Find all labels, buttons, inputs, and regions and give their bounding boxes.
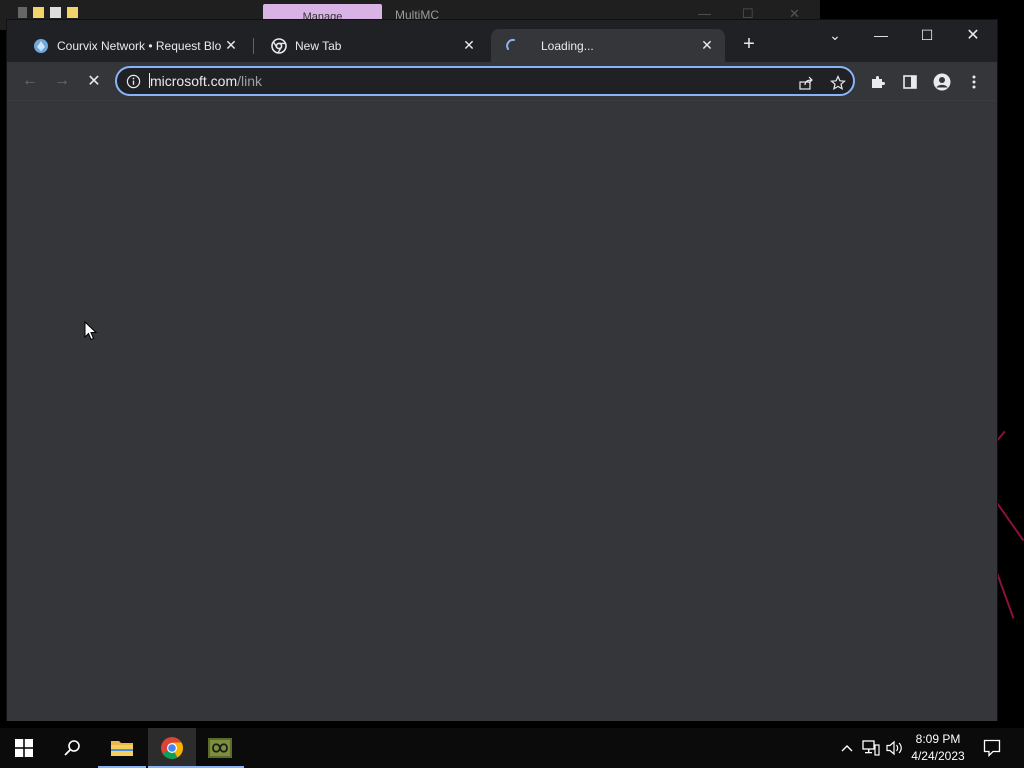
chrome-taskbar-button[interactable] <box>148 728 196 768</box>
maximize-button[interactable]: ☐ <box>912 24 942 46</box>
bookmark-star-icon[interactable] <box>827 72 849 94</box>
url-host: microsoft.com <box>150 73 238 89</box>
wallpaper-line <box>996 430 1006 442</box>
tab-title: Loading... <box>541 38 594 53</box>
start-button[interactable] <box>0 728 48 768</box>
courvix-favicon-icon <box>33 38 49 54</box>
tab-search-button[interactable]: ⌄ <box>820 24 850 46</box>
windows-logo-icon <box>15 739 33 757</box>
tab-title: Courvix Network • Request Block <box>57 38 221 53</box>
site-info-icon[interactable] <box>125 73 141 89</box>
multimc-icon <box>208 738 232 758</box>
close-tab-icon[interactable]: ✕ <box>459 36 479 56</box>
side-panel-icon[interactable] <box>898 70 922 94</box>
url-text[interactable]: microsoft.com/link <box>149 73 262 89</box>
forward-button[interactable]: → <box>48 67 76 95</box>
search-button[interactable] <box>48 728 96 768</box>
address-bar[interactable]: microsoft.com/link <box>115 66 855 96</box>
show-hidden-icons-chevron-icon[interactable] <box>838 728 856 768</box>
chrome-favicon-icon <box>271 37 287 54</box>
url-path: /link <box>237 73 263 89</box>
wallpaper-line <box>995 571 1015 619</box>
menu-kebab-icon[interactable] <box>962 70 986 94</box>
clock-time: 8:09 PM <box>915 732 961 746</box>
folder-icon <box>111 741 133 756</box>
new-tab-button[interactable]: + <box>739 34 759 54</box>
extensions-puzzle-icon[interactable] <box>866 70 890 94</box>
quick-access-toolbar <box>18 7 78 18</box>
tab-new-tab[interactable]: New Tab ✕ <box>257 29 487 62</box>
loading-spinner-icon <box>505 38 521 54</box>
profile-icon[interactable] <box>930 70 954 94</box>
tab-loading[interactable]: Loading... ✕ <box>491 29 725 62</box>
back-button[interactable]: ← <box>16 67 44 95</box>
background-minimize-icon[interactable]: — <box>698 6 711 21</box>
close-tab-icon[interactable]: ✕ <box>221 36 241 56</box>
stop-loading-button[interactable]: ✕ <box>80 67 108 95</box>
chrome-icon <box>161 737 183 759</box>
mouse-cursor-icon <box>84 320 98 346</box>
search-icon <box>64 740 80 756</box>
tab-title: New Tab <box>295 38 342 53</box>
browser-toolbar: ← → ✕ microsoft.com/link <box>7 62 997 100</box>
action-center-icon[interactable] <box>980 728 1004 768</box>
file-explorer-button[interactable] <box>98 728 146 768</box>
clock-date: 4/24/2023 <box>911 749 965 763</box>
chrome-window: Courvix Network • Request Block ✕ New Ta… <box>7 20 997 721</box>
folder-icon[interactable] <box>33 7 44 18</box>
tab-separator <box>253 38 254 54</box>
properties-icon[interactable] <box>50 7 61 18</box>
page-content[interactable] <box>7 100 997 721</box>
close-window-button[interactable]: ✕ <box>958 24 988 46</box>
taskbar: 8:09 PM 4/24/2023 <box>0 728 1024 768</box>
network-icon[interactable] <box>861 728 881 768</box>
app-icon <box>18 7 27 18</box>
minimize-button[interactable]: — <box>866 24 896 46</box>
share-icon[interactable] <box>795 72 817 94</box>
close-tab-icon[interactable]: ✕ <box>697 36 717 56</box>
tab-strip: Courvix Network • Request Block ✕ New Ta… <box>7 20 997 62</box>
multimc-taskbar-button[interactable] <box>196 728 244 768</box>
wallpaper-line <box>993 498 1024 542</box>
taskbar-clock[interactable]: 8:09 PM 4/24/2023 <box>900 731 976 765</box>
tab-courvix[interactable]: Courvix Network • Request Block ✕ <box>19 29 249 62</box>
new-folder-icon[interactable] <box>67 7 78 18</box>
